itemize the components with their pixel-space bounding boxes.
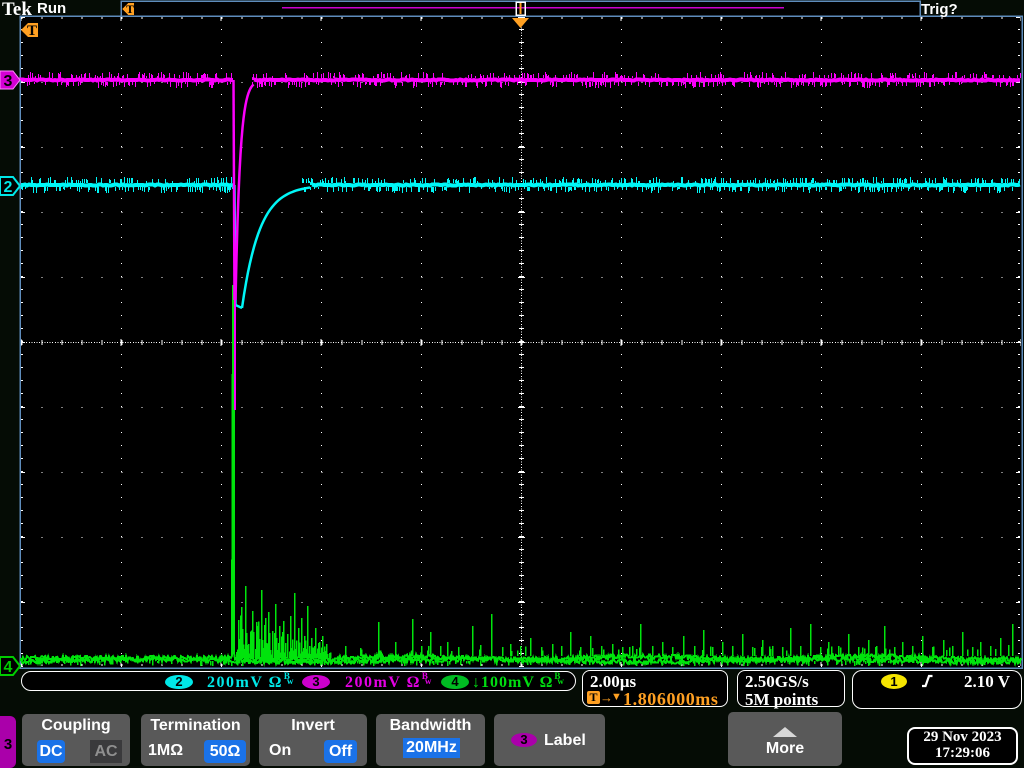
svg-text:2: 2 (4, 179, 13, 196)
svg-text:T: T (126, 2, 134, 16)
svg-text:T: T (27, 23, 37, 39)
svg-text:4: 4 (4, 659, 13, 676)
svg-text:3: 3 (4, 73, 13, 90)
